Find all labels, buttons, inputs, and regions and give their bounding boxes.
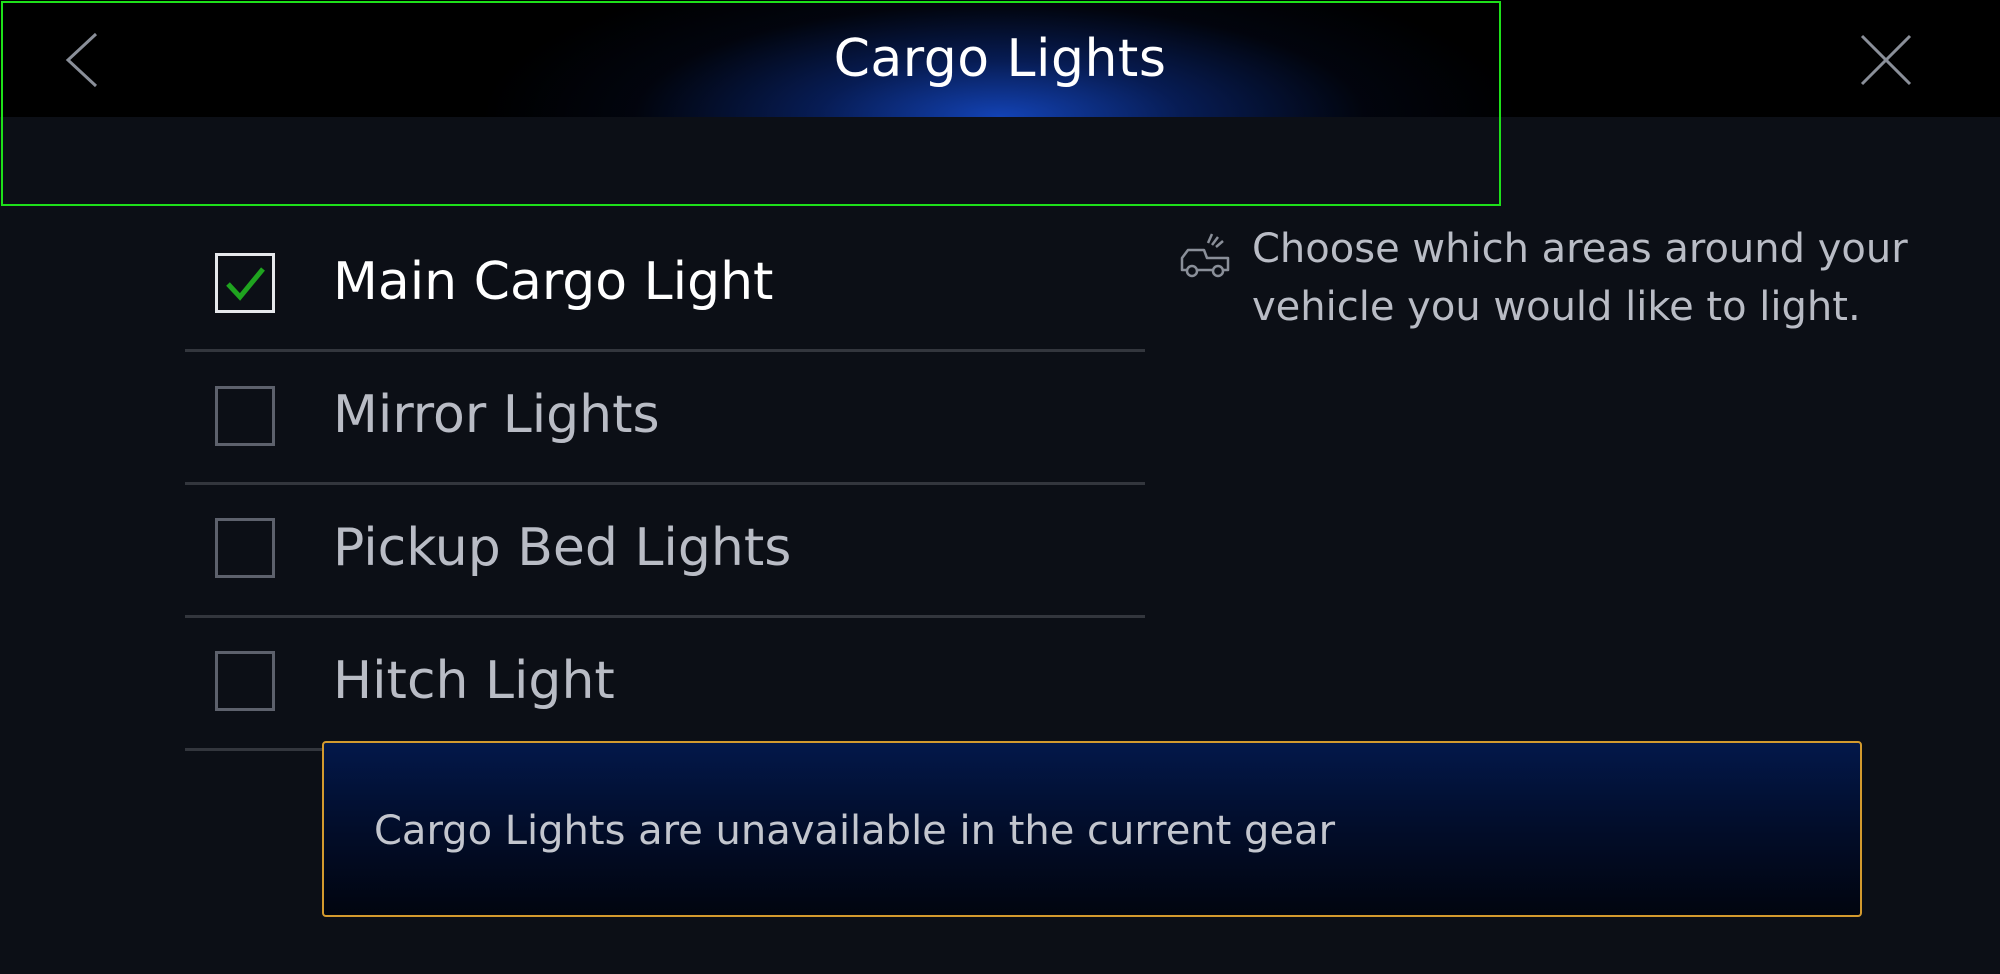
checkbox-mirror-lights[interactable] [215,386,275,446]
unavailable-notice: Cargo Lights are unavailable in the curr… [322,741,1862,917]
option-label: Mirror Lights [333,385,660,445]
option-mirror-lights[interactable]: Mirror Lights [185,350,1145,485]
checkbox-main-cargo-light[interactable] [215,253,275,313]
option-label: Pickup Bed Lights [333,518,792,578]
page-title: Cargo Lights [833,29,1167,89]
option-label: Hitch Light [333,651,615,711]
option-label: Main Cargo Light [333,252,774,312]
checkbox-pickup-bed-lights[interactable] [215,518,275,578]
vehicle-light-icon [1178,228,1232,282]
checkmark-icon [226,267,265,301]
close-button[interactable] [1852,28,1916,92]
option-pickup-bed-lights[interactable]: Pickup Bed Lights [185,483,1145,618]
close-icon [1860,34,1912,86]
info-text: Choose which areas around your vehicle y… [1252,226,1908,330]
option-main-cargo-light[interactable]: Main Cargo Light [185,217,1145,352]
checkbox-hitch-light[interactable] [215,651,275,711]
header-bar: Cargo Lights [0,0,2000,117]
cargo-lights-screen: Cargo Lights Main Cargo Light Mirror Lig… [0,0,2000,974]
option-hitch-light[interactable]: Hitch Light [185,616,1145,751]
notice-text: Cargo Lights are unavailable in the curr… [374,808,1336,854]
